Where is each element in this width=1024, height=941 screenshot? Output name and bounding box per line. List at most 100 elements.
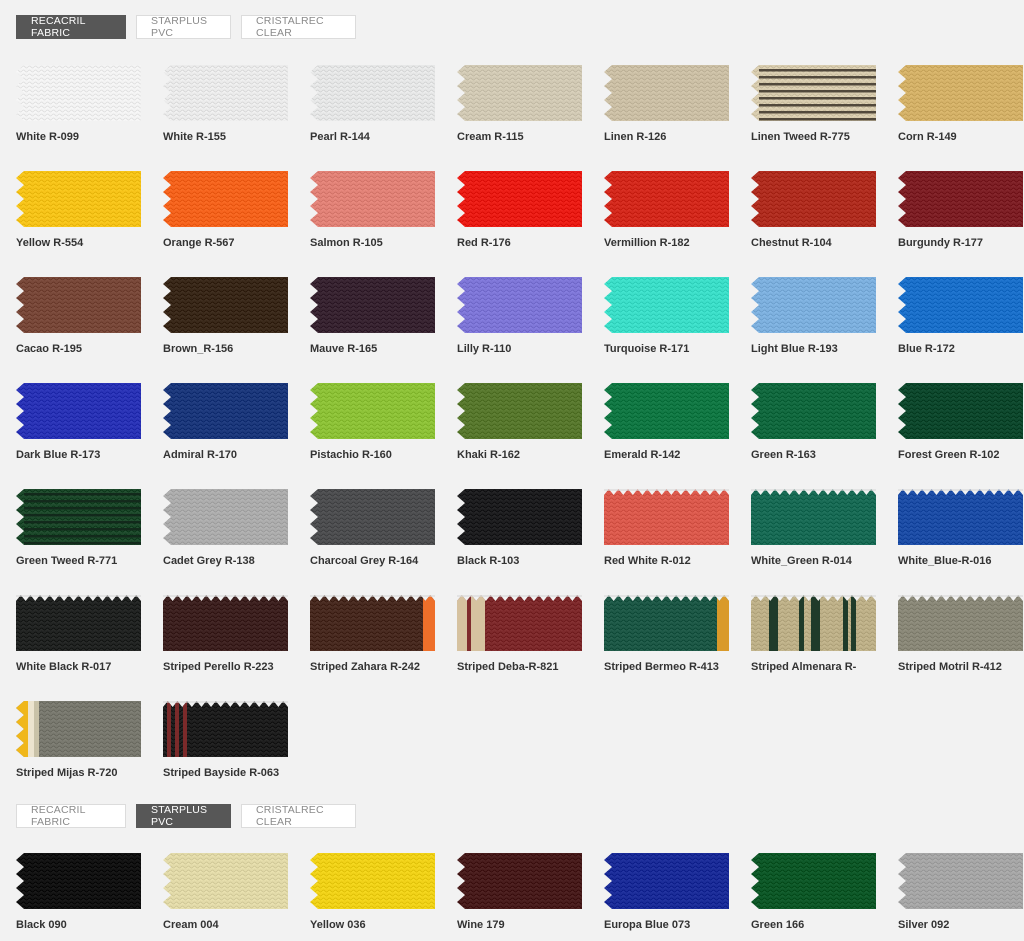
swatch-label: Blue R-172: [898, 343, 955, 355]
swatch-label: Silver 092: [898, 919, 950, 931]
fabric-swatch[interactable]: [163, 853, 288, 909]
fabric-swatch[interactable]: [16, 853, 141, 909]
fabric-swatch[interactable]: [604, 171, 729, 227]
fabric-swatch[interactable]: [751, 383, 876, 439]
swatch-label: Chestnut R-104: [751, 237, 832, 249]
fabric-swatch[interactable]: [16, 701, 141, 757]
fabric-swatch[interactable]: [163, 277, 288, 333]
swatch-label: Striped Zahara R-242: [310, 661, 421, 673]
swatch-label: Emerald R-142: [604, 449, 681, 461]
fabric-swatch[interactable]: [310, 65, 435, 121]
swatch-label: Striped Mijas R-720: [16, 767, 118, 779]
fabric-swatch[interactable]: [310, 171, 435, 227]
fabric-swatch[interactable]: [751, 171, 876, 227]
swatch-label: Cream 004: [163, 919, 219, 931]
fabric-swatch[interactable]: [310, 277, 435, 333]
top-tab-starplus-pvc[interactable]: STARPLUS PVC: [136, 15, 231, 39]
swatch-label: Wine 179: [457, 919, 505, 931]
fabric-swatch[interactable]: [163, 489, 288, 545]
swatch-label: Yellow R-554: [16, 237, 84, 249]
fabric-swatch[interactable]: [604, 853, 729, 909]
swatch-label: Striped Perello R-223: [163, 661, 274, 673]
top-tab-cristalrec-clear[interactable]: CRISTALREC CLEAR: [241, 15, 356, 39]
fabric-tabs-top: RECACRIL FABRIC STARPLUS PVC CRISTALREC CL…: [16, 15, 356, 39]
swatch-label: Striped Almenara R-: [751, 661, 857, 673]
bottom-tab-cristalrec-clear[interactable]: CRISTALREC CLEAR: [241, 804, 356, 828]
fabric-swatch[interactable]: [163, 595, 288, 651]
fabric-swatch[interactable]: [898, 853, 1023, 909]
swatch-label: Charcoal Grey R-164: [310, 555, 419, 567]
fabric-swatch[interactable]: [457, 489, 582, 545]
swatch-label: Black 090: [16, 919, 67, 931]
fabric-swatch[interactable]: [898, 383, 1023, 439]
swatch-label: Cadet Grey R-138: [163, 555, 255, 567]
fabric-swatch[interactable]: [898, 489, 1023, 545]
fabric-swatch[interactable]: [751, 489, 876, 545]
fabric-swatch[interactable]: [898, 65, 1023, 121]
swatch-label: Striped Motril R-412: [898, 661, 1002, 673]
fabric-swatch[interactable]: [310, 853, 435, 909]
bottom-tab-starplus-pvc[interactable]: STARPLUS PVC: [136, 804, 231, 828]
swatch-label: Vermillion R-182: [604, 237, 690, 249]
swatch-label: White_Blue-R-016: [898, 555, 992, 567]
swatch-label: Yellow 036: [310, 919, 366, 931]
fabric-swatch[interactable]: [457, 853, 582, 909]
fabric-swatch[interactable]: [457, 171, 582, 227]
swatch-label: Green R-163: [751, 449, 816, 461]
fabric-swatch[interactable]: [310, 383, 435, 439]
fabric-swatch[interactable]: [604, 383, 729, 439]
swatch-label: Cacao R-195: [16, 343, 83, 355]
bottom-tab-recacril-fabric[interactable]: RECACRIL FABRIC: [16, 804, 126, 828]
fabric-swatch[interactable]: [898, 277, 1023, 333]
fabric-swatch[interactable]: [16, 277, 141, 333]
swatch-label: Khaki R-162: [457, 449, 520, 461]
fabric-swatch[interactable]: [604, 595, 729, 651]
swatch-label: Forest Green R-102: [898, 449, 1000, 461]
swatch-label: Pearl R-144: [310, 131, 370, 143]
fabric-swatch[interactable]: [898, 595, 1023, 651]
swatch-label: Striped Bermeo R-413: [604, 661, 719, 673]
fabric-swatch[interactable]: [16, 595, 141, 651]
swatch-label: Salmon R-105: [310, 237, 383, 249]
fabric-swatch[interactable]: [163, 383, 288, 439]
swatch-label: Corn R-149: [898, 131, 957, 143]
fabric-swatch[interactable]: [16, 65, 141, 121]
fabric-swatch[interactable]: [604, 65, 729, 121]
swatch-label: White_Green R-014: [751, 555, 852, 567]
fabric-swatch[interactable]: [457, 277, 582, 333]
swatch-label: Green Tweed R-771: [16, 555, 118, 567]
fabric-swatch[interactable]: [751, 595, 876, 651]
swatch-label: Burgundy R-177: [898, 237, 983, 249]
fabric-swatch[interactable]: [457, 383, 582, 439]
swatch-label: Red White R-012: [604, 555, 691, 567]
fabric-swatch[interactable]: [16, 171, 141, 227]
swatch-label: Light Blue R-193: [751, 343, 838, 355]
swatch-label: Green 166: [751, 919, 805, 931]
fabric-swatch[interactable]: [604, 277, 729, 333]
fabric-swatch[interactable]: [310, 489, 435, 545]
swatch-label: Cream R-115: [457, 131, 524, 143]
swatch-label: Mauve R-165: [310, 343, 378, 355]
swatch-label: Black R-103: [457, 555, 520, 567]
fabric-tabs-bottom: RECACRIL FABRIC STARPLUS PVC CRISTALREC CL…: [16, 804, 356, 828]
fabric-swatch[interactable]: [898, 171, 1023, 227]
fabric-swatch[interactable]: [457, 595, 582, 651]
swatch-label: Linen Tweed R-775: [751, 131, 850, 143]
fabric-swatch[interactable]: [751, 853, 876, 909]
fabric-swatch[interactable]: [604, 489, 729, 545]
top-tab-recacril-fabric[interactable]: RECACRIL FABRIC: [16, 15, 126, 39]
fabric-swatch[interactable]: [16, 383, 141, 439]
fabric-swatch[interactable]: [751, 277, 876, 333]
fabric-swatch[interactable]: [310, 595, 435, 651]
fabric-swatch[interactable]: [16, 489, 141, 545]
swatch-label: Striped Deba-R-821: [457, 661, 559, 673]
swatch-label: Brown_R-156: [163, 343, 234, 355]
swatch-label: Orange R-567: [163, 237, 235, 249]
swatch-label: Dark Blue R-173: [16, 449, 101, 461]
fabric-swatch[interactable]: [163, 701, 288, 757]
fabric-swatch[interactable]: [163, 65, 288, 121]
fabric-swatch[interactable]: [751, 65, 876, 121]
swatch-label: White Black R-017: [16, 661, 112, 673]
fabric-swatch[interactable]: [163, 171, 288, 227]
fabric-swatch[interactable]: [457, 65, 582, 121]
